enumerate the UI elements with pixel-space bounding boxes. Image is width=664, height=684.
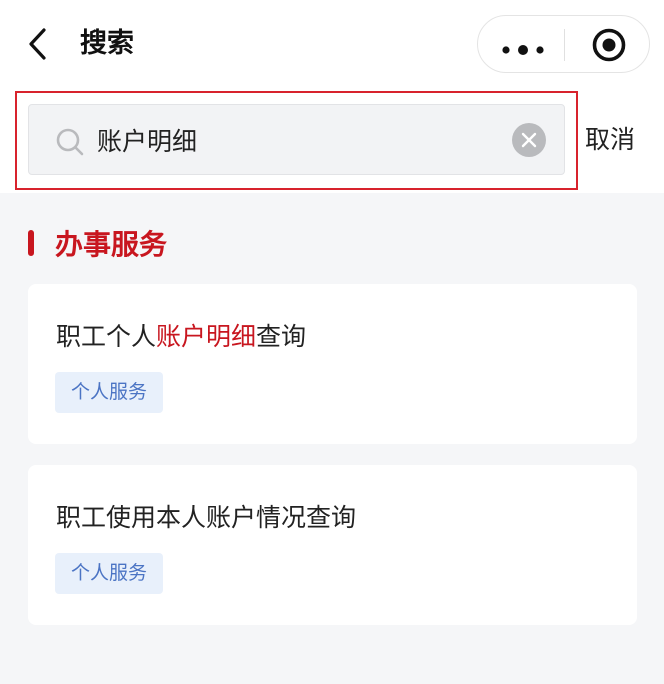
search-box[interactable] <box>28 104 565 175</box>
more-dots-icon[interactable] <box>500 40 546 55</box>
section-title: 办事服务 <box>55 228 168 261</box>
result-title: 职工个人账户明细查询 <box>56 318 306 356</box>
clear-button[interactable] <box>512 123 546 157</box>
section-accent-bar <box>28 230 34 256</box>
result-tag: 个人服务 <box>55 372 164 413</box>
result-card[interactable]: 职工使用本人账户情况查询 个人服务 <box>28 465 637 625</box>
result-title-prefix: 职工个人 <box>56 322 157 351</box>
result-tag: 个人服务 <box>55 553 164 594</box>
result-title-match: 账户明细 <box>156 322 257 351</box>
result-card[interactable]: 职工个人账户明细查询 个人服务 <box>28 284 637 444</box>
mini-program-capsule <box>477 15 650 73</box>
result-title-suffix: 查询 <box>256 322 307 351</box>
target-close-icon[interactable] <box>591 27 627 63</box>
result-title: 职工使用本人账户情况查询 <box>56 503 357 532</box>
cancel-button[interactable]: 取消 <box>585 120 635 160</box>
clear-icon <box>521 132 537 148</box>
search-icon <box>55 127 85 157</box>
back-chevron-icon[interactable] <box>22 24 56 64</box>
search-input[interactable] <box>97 105 497 174</box>
page-title: 搜索 <box>80 28 134 59</box>
capsule-divider <box>564 29 565 61</box>
